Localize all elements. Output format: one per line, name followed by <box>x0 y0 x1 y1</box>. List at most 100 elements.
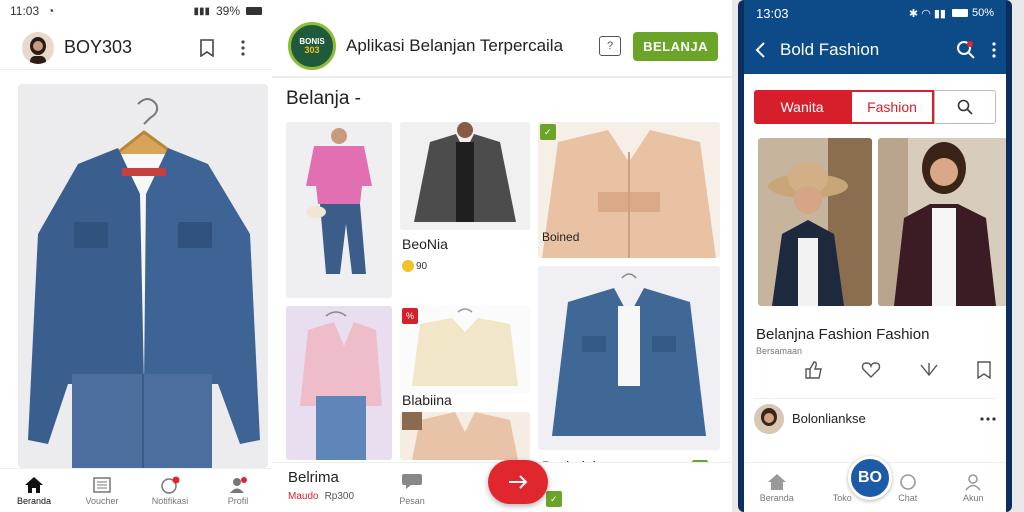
middle-phone-screen: BONIS 303 Aplikasi Belanjan Terpercaila … <box>272 0 732 512</box>
more-options-button[interactable] <box>230 35 256 61</box>
nav-chat-label: Chat <box>898 492 918 503</box>
chat-button[interactable]: ? <box>599 36 622 56</box>
nav-home-label: Beranda <box>16 495 52 506</box>
store-header: BONIS 303 Aplikasi Belanjan Terpercaila … <box>272 16 732 78</box>
tab-search[interactable] <box>934 90 996 124</box>
left-phone-screen: 11:03 ◔ ▮▮▮ 39% BOY303 Beranda Voucher N… <box>0 0 272 512</box>
heart-icon[interactable] <box>861 361 881 379</box>
nav-account[interactable]: Akun <box>953 473 993 503</box>
battery-text: 50% <box>971 7 994 19</box>
tab-fashion[interactable]: Fashion <box>850 90 934 124</box>
product-meta: Maudo Rp300 <box>288 491 354 502</box>
logo-text-bottom: 303 <box>304 45 320 55</box>
status-bar: 11:03 ◔ ▮▮▮ 39% <box>0 0 272 22</box>
fashion-photo-blazer[interactable] <box>878 138 1006 306</box>
nav-home-label: Beranda <box>759 492 794 503</box>
list-icon <box>93 476 111 493</box>
home-icon <box>767 473 786 490</box>
right-phone-frame: 13:03 ✱ ◠ ▮▮ 50% Bold Fashion Wanita Fas… <box>738 0 1012 512</box>
nav-home[interactable]: Beranda <box>757 473 797 503</box>
battery-icon <box>951 9 968 17</box>
arrow-right-icon <box>509 475 528 489</box>
bookmark-icon[interactable] <box>976 361 992 379</box>
search-icon <box>957 99 973 115</box>
more-vertical-icon <box>241 39 245 56</box>
product-tile-pink-blouse[interactable] <box>286 306 392 460</box>
status-time: 11:03 <box>10 4 40 18</box>
avatar[interactable] <box>754 403 784 434</box>
nav-account-label: Akun <box>962 492 984 503</box>
status-time: 13:03 <box>756 5 789 21</box>
product-name: BeoNia <box>402 236 448 252</box>
bottom-navigation: Beranda Voucher Notifikasi Profil <box>0 468 272 512</box>
bookmark-icon <box>200 38 214 57</box>
nav-messages-label: Pesan <box>399 496 425 506</box>
avatar[interactable] <box>22 31 54 64</box>
wifi-icon: ✱ ◠ ▮▮ <box>908 7 946 20</box>
more-vertical-icon[interactable] <box>992 42 996 58</box>
share-icon[interactable] <box>919 361 939 379</box>
product-price: Rp300 <box>324 491 355 502</box>
nav-voucher-label: Voucher <box>85 495 119 506</box>
app-bar: Bold Fashion <box>744 26 1006 74</box>
author-name: Bolonliankse <box>792 411 866 426</box>
store-logo[interactable]: BONIS 303 <box>288 22 336 70</box>
bookmark-button[interactable] <box>194 35 220 61</box>
product-tile-leather-jacket[interactable] <box>400 122 530 230</box>
like-icon[interactable] <box>804 361 824 379</box>
chat-icon <box>899 473 916 490</box>
app-title: Bold Fashion <box>780 40 880 59</box>
price-value: 90 <box>416 260 428 272</box>
profile-header: BOY303 <box>0 26 272 70</box>
brand-fab-button[interactable]: BO <box>848 456 892 500</box>
nav-profile-label: Profil <box>227 495 249 506</box>
tab-women[interactable]: Wanita <box>754 90 850 124</box>
checkout-fab-button[interactable] <box>488 460 548 504</box>
fashion-photo-hat[interactable] <box>758 138 872 306</box>
coin-icon <box>402 260 414 272</box>
post-subtitle: Bersamaan <box>756 346 803 356</box>
more-horizontal-icon[interactable] <box>980 416 996 421</box>
nav-voucher[interactable]: Voucher <box>72 476 132 506</box>
nav-chat[interactable]: Chat <box>888 473 928 503</box>
username: BOY303 <box>64 37 133 57</box>
post-actions <box>804 356 992 384</box>
product-tile-denim-jacket[interactable] <box>538 266 720 450</box>
category-tabs: Wanita Fashion <box>754 90 996 124</box>
right-phone-screen: 13:03 ✱ ◠ ▮▮ 50% Bold Fashion Wanita Fas… <box>744 0 1006 512</box>
search-icon[interactable] <box>956 40 976 60</box>
product-brand: Maudo <box>288 491 319 502</box>
user-icon <box>965 473 981 491</box>
store-tagline: Aplikasi Belanjan Terpercaila <box>346 36 564 55</box>
nav-home[interactable]: Beranda <box>4 476 64 506</box>
product-price: 90 <box>402 260 427 272</box>
signal-icon: ▮▮▮ <box>193 5 210 17</box>
app-screenshot-collage: 11:03 ◔ ▮▮▮ 39% BOY303 Beranda Voucher N… <box>0 0 1024 512</box>
nav-notifications[interactable]: Notifikasi <box>140 476 200 506</box>
post-title: Belanjna Fashion Fashion <box>756 326 930 343</box>
user-icon <box>230 476 247 493</box>
sale-badge: % <box>402 308 419 324</box>
message-icon <box>402 474 422 489</box>
section-title: Belanja - <box>286 88 361 109</box>
product-tile-pink-sweater[interactable] <box>286 122 392 298</box>
battery-text: 39% <box>215 4 240 18</box>
home-icon <box>25 476 43 493</box>
product-name: Belrima <box>288 469 339 486</box>
product-tile-cream-blouse[interactable] <box>400 306 530 394</box>
nav-profile[interactable]: Profil <box>208 476 268 506</box>
nav-notifications-label: Notifikasi <box>151 495 189 506</box>
shop-now-button[interactable]: BELANJA <box>633 31 718 61</box>
product-tile-knit-top[interactable] <box>400 412 530 460</box>
status-bar: 13:03 ✱ ◠ ▮▮ 50% <box>744 0 1006 26</box>
product-photo-denim-jacket[interactable] <box>18 84 268 468</box>
new-badge: ✓ <box>546 491 562 507</box>
new-badge: ✓ <box>540 124 556 140</box>
chat-icon: ? <box>607 40 614 52</box>
bell-icon <box>161 476 180 494</box>
product-name: Blabiina <box>402 392 452 408</box>
battery-icon <box>246 7 262 15</box>
back-arrow-icon[interactable] <box>754 41 766 59</box>
product-name: Boined <box>542 230 580 244</box>
nav-messages[interactable]: Pesan <box>392 473 432 506</box>
